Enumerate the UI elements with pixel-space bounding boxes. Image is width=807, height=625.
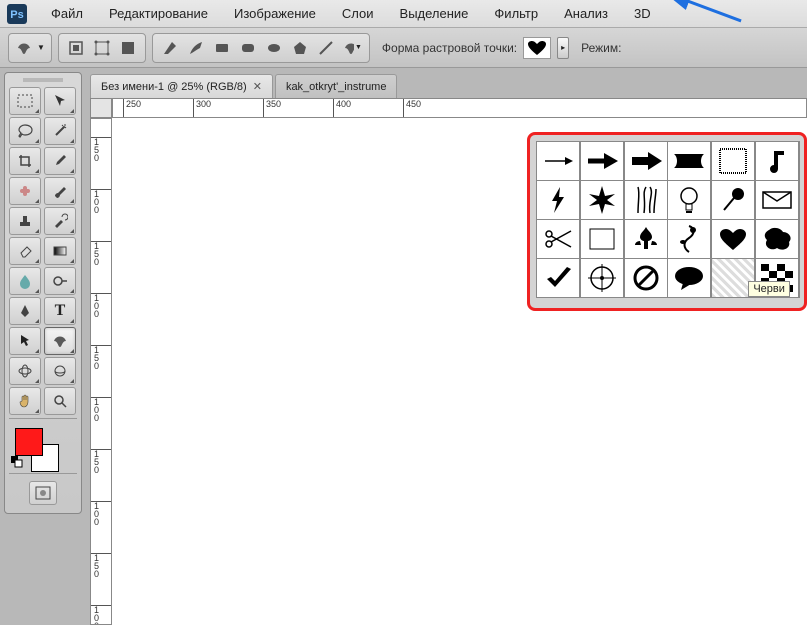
shape-arrow-bold[interactable] <box>581 142 623 180</box>
foreground-color[interactable] <box>15 428 43 456</box>
shape-layers-icon[interactable] <box>65 37 87 59</box>
shape-frame[interactable] <box>712 142 754 180</box>
shape-scissors[interactable] <box>537 220 579 258</box>
panel-grip[interactable] <box>9 77 77 87</box>
mode-label: Режим: <box>581 41 621 55</box>
quick-mask-toggle[interactable] <box>9 481 77 505</box>
menu-analysis[interactable]: Анализ <box>552 2 620 25</box>
pen-tool[interactable] <box>9 297 41 325</box>
ellipse-icon[interactable] <box>263 37 285 59</box>
shape-vine[interactable] <box>668 220 710 258</box>
default-colors-icon[interactable] <box>11 456 23 468</box>
lasso-tool[interactable] <box>9 117 41 145</box>
menu-layers[interactable]: Слои <box>330 2 386 25</box>
hand-tool[interactable] <box>9 387 41 415</box>
rectangle-icon[interactable] <box>211 37 233 59</box>
eyedropper-tool[interactable] <box>44 147 76 175</box>
move-tool[interactable] <box>44 87 76 115</box>
shape-arrow-thin[interactable] <box>537 142 579 180</box>
menu-file[interactable]: Файл <box>39 2 95 25</box>
shape-burst[interactable] <box>581 181 623 219</box>
shape-no-sign[interactable] <box>625 259 667 297</box>
shape-pushpin[interactable] <box>712 181 754 219</box>
3d-rotate-tool[interactable] <box>9 357 41 385</box>
shape-target[interactable] <box>581 259 623 297</box>
marquee-tool[interactable] <box>9 87 41 115</box>
shape-rect-outline[interactable] <box>581 220 623 258</box>
menu-select[interactable]: Выделение <box>388 2 481 25</box>
magic-wand-tool[interactable] <box>44 117 76 145</box>
line-icon[interactable] <box>315 37 337 59</box>
shape-lightning[interactable] <box>537 181 579 219</box>
crop-tool[interactable] <box>9 147 41 175</box>
menu-3d[interactable]: 3D <box>622 2 663 25</box>
heart-icon <box>526 39 548 57</box>
rounded-rect-icon[interactable] <box>237 37 259 59</box>
polygon-icon[interactable] <box>289 37 311 59</box>
current-shape-thumb[interactable] <box>523 37 551 59</box>
tab-label: kak_otkryt'_instrume <box>286 81 387 93</box>
draw-mode-group <box>58 33 146 63</box>
custom-shape-tool[interactable] <box>44 327 76 355</box>
eraser-tool[interactable] <box>9 237 41 265</box>
svg-text:Ps: Ps <box>10 9 23 21</box>
app-logo: Ps <box>5 2 29 26</box>
tab-active[interactable]: Без имени-1 @ 25% (RGB/8) ✕ <box>90 74 273 98</box>
shape-label: Форма растровой точки: <box>382 41 517 55</box>
shape-tool-group: ▼ <box>152 33 370 63</box>
shape-speech-bubble[interactable] <box>668 259 710 297</box>
ruler-horizontal[interactable]: 250 300 350 400 450 <box>112 98 807 118</box>
shape-dropdown-button[interactable]: ▸ <box>557 37 569 59</box>
history-brush-tool[interactable] <box>44 207 76 235</box>
menu-filter[interactable]: Фильтр <box>482 2 550 25</box>
3d-orbit-tool[interactable] <box>44 357 76 385</box>
shape-checkmark[interactable] <box>537 259 579 297</box>
paths-icon[interactable] <box>91 37 113 59</box>
shape-banner[interactable] <box>668 142 710 180</box>
path-select-tool[interactable] <box>9 327 41 355</box>
options-bar: ▼ ▼ Форма растровой точки: ▸ Режим: <box>0 28 807 68</box>
shape-picker-popup: Черви <box>527 132 807 311</box>
shape-heart[interactable] <box>712 220 754 258</box>
shape-pattern[interactable]: Черви <box>712 259 754 297</box>
gradient-tool[interactable] <box>44 237 76 265</box>
dodge-tool[interactable] <box>44 267 76 295</box>
zoom-tool[interactable] <box>44 387 76 415</box>
ruler-vertical[interactable]: 150 100 150 100 150 100 150 100 150 100 <box>90 118 112 625</box>
shape-arrow-block[interactable] <box>625 142 667 180</box>
document-area: Без имени-1 @ 25% (RGB/8) ✕ kak_otkryt'_… <box>90 72 807 625</box>
brush-tool[interactable] <box>44 177 76 205</box>
shape-fleur[interactable] <box>625 220 667 258</box>
tool-preset-picker[interactable]: ▼ <box>8 33 52 63</box>
tab-inactive[interactable]: kak_otkryt'_instrume <box>275 74 398 98</box>
stamp-tool[interactable] <box>9 207 41 235</box>
pen-icon[interactable] <box>159 37 181 59</box>
blur-tool[interactable] <box>9 267 41 295</box>
tab-label: Без имени-1 @ 25% (RGB/8) <box>101 81 247 93</box>
color-swatches <box>9 426 77 470</box>
ruler-origin[interactable] <box>90 98 112 118</box>
shape-bulb[interactable] <box>668 181 710 219</box>
shape-grid: Черви <box>536 141 800 298</box>
type-tool[interactable]: T <box>44 297 76 325</box>
menu-image[interactable]: Изображение <box>222 2 328 25</box>
shape-music-note[interactable] <box>756 142 798 180</box>
close-icon[interactable]: ✕ <box>253 80 262 93</box>
fill-pixels-icon[interactable] <box>117 37 139 59</box>
healing-tool[interactable] <box>9 177 41 205</box>
tool-panel: T <box>4 72 82 514</box>
shape-grass[interactable] <box>625 181 667 219</box>
custom-shape-icon <box>15 39 33 57</box>
shape-tooltip: Черви <box>748 281 790 297</box>
freeform-pen-icon[interactable] <box>185 37 207 59</box>
custom-shape-tool-icon[interactable]: ▼ <box>341 37 363 59</box>
canvas-wrap: 250 300 350 400 450 150 100 150 100 150 … <box>90 98 807 625</box>
shape-envelope[interactable] <box>756 181 798 219</box>
shape-blob[interactable] <box>756 220 798 258</box>
workspace: T Без имени-1 @ 25% (RGB/8) ✕ <box>0 68 807 625</box>
menu-edit[interactable]: Редактирование <box>97 2 220 25</box>
tab-strip: Без имени-1 @ 25% (RGB/8) ✕ kak_otkryt'_… <box>90 72 807 98</box>
